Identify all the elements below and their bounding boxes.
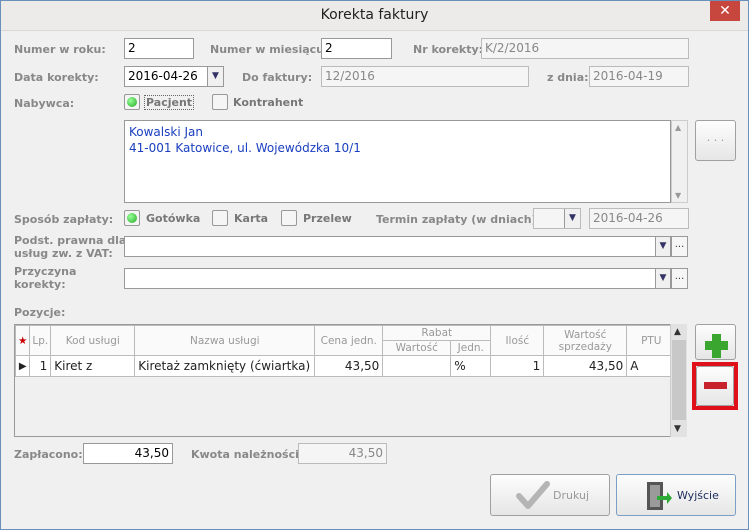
address-scrollbar[interactable]: ▲ ▼ <box>671 120 688 203</box>
table-row[interactable]: ▶ 1 Kiret z Kiretaż zamknięty (ćwiartka)… <box>14 355 677 377</box>
przyczyna-ellipsis-button[interactable]: ... <box>671 269 687 288</box>
address-line-1: Kowalski Jan <box>129 125 203 139</box>
grid-scrollbar[interactable]: ▲ ▼ <box>670 324 687 437</box>
buyer-address-textarea[interactable]: Kowalski Jan 41-001 Katowice, ul. Wojewó… <box>124 120 671 203</box>
sposob-zaplaty-label: Sposób zapłaty: <box>14 213 114 226</box>
close-button[interactable]: ✕ <box>710 1 740 21</box>
cell-wartosc[interactable]: 43,50 <box>543 355 628 377</box>
address-line-2: 41-001 Katowice, ul. Wojewódzka 10/1 <box>129 141 361 155</box>
cell-nazwa[interactable]: Kiretaż zamknięty (ćwiartka) <box>134 355 316 377</box>
grid-scroll-down-icon[interactable]: ▼ <box>674 424 681 434</box>
header-wartosc-sprzedazy-line2: sprzedaży <box>558 340 612 353</box>
cell-rabat-wartosc[interactable] <box>382 355 452 377</box>
zaplacono-label: Zapłacono: <box>14 448 83 461</box>
calendar-dropdown-icon[interactable]: ▼ <box>207 67 223 86</box>
przyczyna-dropdown-icon[interactable]: ▼ <box>655 269 671 288</box>
pacjent-radio[interactable] <box>124 94 140 110</box>
podst-prawna-label-line1: Podst. prawna dla <box>14 234 127 247</box>
numer-w-roku-label: Numer w roku: <box>14 43 106 56</box>
header-nazwa[interactable]: Nazwa usługi <box>134 325 316 356</box>
grid-scroll-thumb[interactable] <box>672 340 686 420</box>
podst-prawna-dropdown-icon[interactable]: ▼ <box>655 237 671 256</box>
kwota-naleznosci-label: Kwota należności: <box>191 448 304 461</box>
nr-korekty-field: K/2/2016 <box>481 38 689 59</box>
header-wartosc-sprzedazy-line1: Wartość <box>564 328 607 341</box>
termin-label: Termin zapłaty (w dniach): <box>376 213 541 226</box>
grid-scroll-up-icon[interactable]: ▲ <box>674 327 681 337</box>
do-faktury-field: 12/2016 <box>321 66 529 87</box>
przelew-radio[interactable] <box>281 210 297 226</box>
gotowka-radio[interactable] <box>124 210 140 226</box>
plus-icon <box>705 334 728 358</box>
wyjscie-label: Wyjście <box>677 489 719 502</box>
data-korekty-value: 2016-04-26 <box>128 69 198 83</box>
checkmark-icon <box>516 481 550 509</box>
nr-korekty-label: Nr korekty: <box>413 43 484 56</box>
karta-label[interactable]: Karta <box>234 212 268 225</box>
termin-days-select[interactable]: ▼ <box>533 208 581 229</box>
header-rabat: Rabat <box>382 325 492 341</box>
exit-door-icon <box>647 482 672 510</box>
select-buyer-button[interactable]: · · · <box>695 120 736 161</box>
header-star: ★ <box>14 325 31 356</box>
header-lp: Lp. <box>29 325 52 356</box>
kontrahent-label[interactable]: Kontrahent <box>233 96 303 109</box>
header-rabat-jedn[interactable]: Jedn. <box>450 340 492 356</box>
kwota-naleznosci-field: 43,50 <box>298 443 387 464</box>
add-position-button[interactable] <box>695 324 736 360</box>
drukuj-button[interactable]: Drukuj <box>490 474 610 516</box>
cell-lp[interactable]: 1 <box>29 355 52 377</box>
data-korekty-label: Data korekty: <box>14 71 99 84</box>
positions-table: ★ Lp. Kod usługi Nazwa usługi Cena jedn.… <box>14 325 677 377</box>
cell-rabat-jedn[interactable]: % <box>450 355 492 377</box>
nabywca-label: Nabywca: <box>14 97 75 110</box>
przyczyna-label-line1: Przyczyna <box>14 265 77 278</box>
do-faktury-label: Do faktury: <box>242 71 313 84</box>
header-cena[interactable]: Cena jedn. <box>314 325 384 356</box>
pacjent-label[interactable]: Pacjent <box>144 95 195 110</box>
numer-w-roku-field[interactable]: 2 <box>124 38 194 59</box>
przyczyna-label-line2: korekty: <box>14 278 66 291</box>
header-ptu[interactable]: PTU <box>626 325 677 356</box>
wyjscie-button[interactable]: Wyjście <box>616 474 736 516</box>
kontrahent-radio[interactable] <box>212 94 228 110</box>
title-bar: Korekta faktury ✕ <box>1 1 748 31</box>
karta-radio[interactable] <box>212 210 228 226</box>
podst-prawna-label-line2: usług zw. z VAT: <box>14 247 113 260</box>
podst-prawna-ellipsis-button[interactable]: ... <box>671 237 687 256</box>
numer-w-miesiacu-field[interactable]: 2 <box>321 38 392 59</box>
scroll-down-icon[interactable]: ▼ <box>675 191 681 200</box>
header-wartosc-sprzedazy[interactable]: Wartość sprzedaży <box>543 325 628 356</box>
window-title: Korekta faktury <box>320 7 429 23</box>
pozycje-label: Pozycje: <box>14 306 66 319</box>
termin-dropdown-icon[interactable]: ▼ <box>564 209 580 228</box>
termin-date-field: 2016-04-26 <box>589 208 689 229</box>
gotowka-label[interactable]: Gotówka <box>146 212 200 225</box>
przyczyna-label: Przyczyna korekty: <box>14 265 76 291</box>
cell-ptu[interactable]: A <box>626 355 677 377</box>
zaplacono-field[interactable]: 43,50 <box>83 443 173 464</box>
cell-cena[interactable]: 43,50 <box>314 355 384 377</box>
z-dnia-label: z dnia: <box>547 71 589 84</box>
przelew-label[interactable]: Przelew <box>303 212 352 225</box>
numer-w-miesiacu-label: Numer w miesiącu: <box>210 43 329 56</box>
header-rabat-wartosc[interactable]: Wartość <box>382 340 452 356</box>
header-kod[interactable]: Kod usługi <box>50 325 136 356</box>
positions-grid[interactable]: ★ Lp. Kod usługi Nazwa usługi Cena jedn.… <box>14 324 686 437</box>
z-dnia-field: 2016-04-19 <box>589 66 689 87</box>
highlight-frame <box>692 362 738 410</box>
header-ilosc[interactable]: Ilość <box>490 325 545 356</box>
row-selector-icon[interactable]: ▶ <box>14 355 31 377</box>
przyczyna-select[interactable]: ▼ ... <box>124 268 688 289</box>
cell-ilosc[interactable]: 1 <box>490 355 545 377</box>
data-korekty-field[interactable]: 2016-04-26 ▼ <box>124 66 224 87</box>
cell-kod[interactable]: Kiret z <box>50 355 136 377</box>
dialog-window: Korekta faktury ✕ Numer w roku: 2 Numer … <box>0 0 749 530</box>
podst-prawna-select[interactable]: ▼ ... <box>124 236 688 257</box>
podst-prawna-label: Podst. prawna dla usług zw. z VAT: <box>14 234 126 260</box>
drukuj-label: Drukuj <box>553 489 590 502</box>
scroll-up-icon[interactable]: ▲ <box>675 123 681 132</box>
